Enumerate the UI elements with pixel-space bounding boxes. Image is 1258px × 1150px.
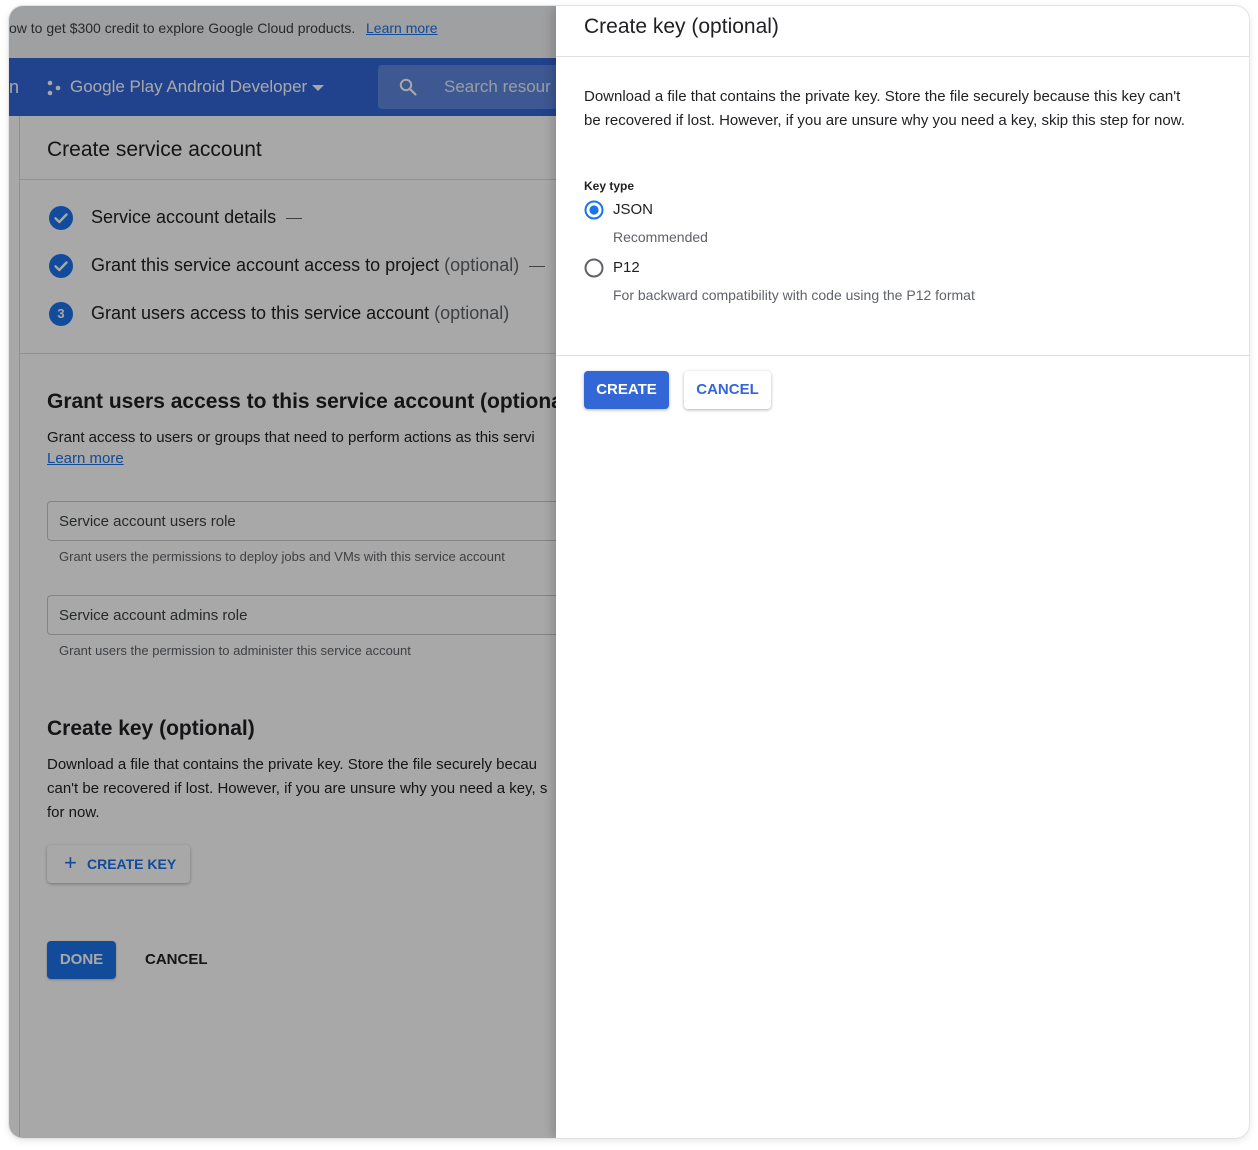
json-radio[interactable] — [584, 200, 604, 220]
panel-title: Create key (optional) — [584, 15, 779, 38]
panel-divider — [556, 355, 1249, 356]
cancel-button[interactable]: CANCEL — [684, 371, 771, 409]
p12-radio[interactable] — [584, 258, 604, 278]
p12-option-sublabel: For backward compatibility with code usi… — [613, 287, 975, 303]
panel-divider — [556, 56, 1249, 57]
create-button[interactable]: CREATE — [584, 371, 669, 409]
modal-scrim[interactable] — [9, 6, 556, 1138]
json-option-label[interactable]: JSON — [613, 201, 653, 218]
json-option-sublabel: Recommended — [613, 229, 708, 245]
background-page: ow to get $300 credit to explore Google … — [9, 6, 556, 1138]
app-window: ow to get $300 credit to explore Google … — [9, 6, 1249, 1138]
key-type-label: Key type — [584, 179, 635, 193]
create-key-panel: Create key (optional) Download a file th… — [556, 6, 1249, 1138]
p12-option-label[interactable]: P12 — [613, 259, 640, 276]
panel-description: Download a file that contains the privat… — [584, 88, 1185, 129]
